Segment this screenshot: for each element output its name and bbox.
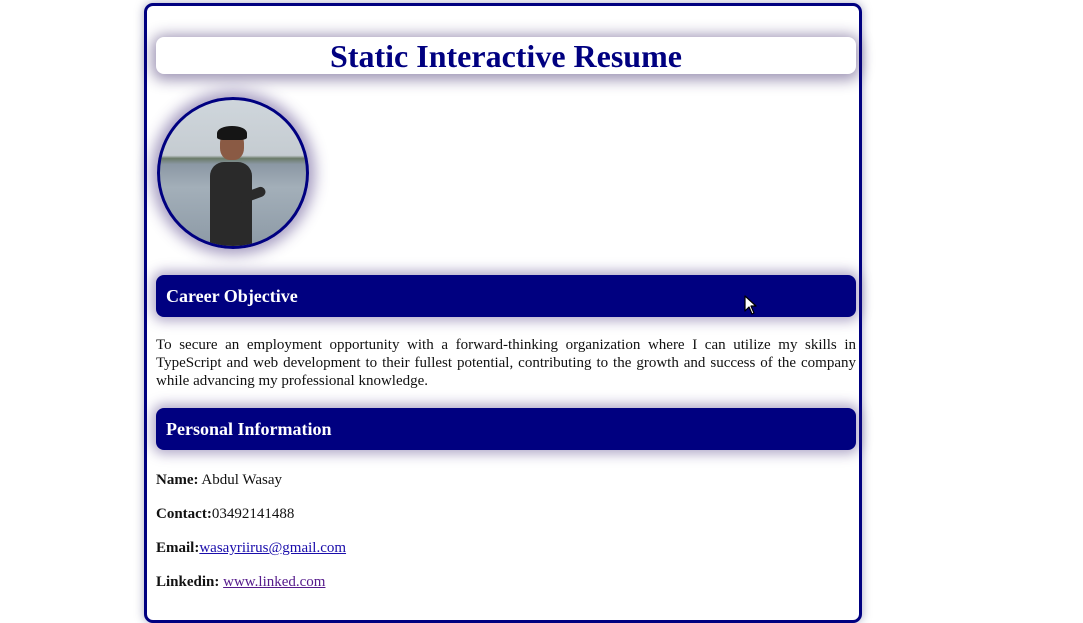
personal-information-heading: Personal Information bbox=[166, 418, 332, 439]
mouse-pointer-icon bbox=[744, 295, 757, 315]
email-link[interactable]: wasayriirus@gmail.com bbox=[199, 540, 346, 556]
name-label: Name: bbox=[156, 472, 199, 488]
linkedin-link[interactable]: www.linked.com bbox=[223, 574, 325, 590]
photo-figure-body bbox=[210, 162, 252, 246]
photo-figure-hair bbox=[217, 126, 247, 140]
email-row: Email:wasayriirus@gmail.com bbox=[156, 540, 346, 557]
linkedin-row: Linkedin: www.linked.com bbox=[156, 574, 325, 591]
career-objective-heading: Career Objective bbox=[166, 285, 298, 306]
email-label: Email: bbox=[156, 540, 200, 556]
contact-row: Contact:03492141488 bbox=[156, 506, 294, 523]
career-objective-text: To secure an employment opportunity with… bbox=[156, 337, 856, 389]
name-value: Abdul Wasay bbox=[201, 472, 283, 488]
name-row: Name: Abdul Wasay bbox=[156, 472, 282, 489]
contact-label: Contact: bbox=[156, 506, 212, 522]
contact-value: 03492141488 bbox=[211, 506, 295, 522]
page-title: Static Interactive Resume bbox=[330, 37, 682, 74]
profile-photo bbox=[157, 97, 309, 249]
personal-information-header[interactable]: Personal Information bbox=[156, 408, 856, 450]
linkedin-label: Linkedin: bbox=[156, 574, 220, 590]
title-bar: Static Interactive Resume bbox=[156, 37, 856, 74]
